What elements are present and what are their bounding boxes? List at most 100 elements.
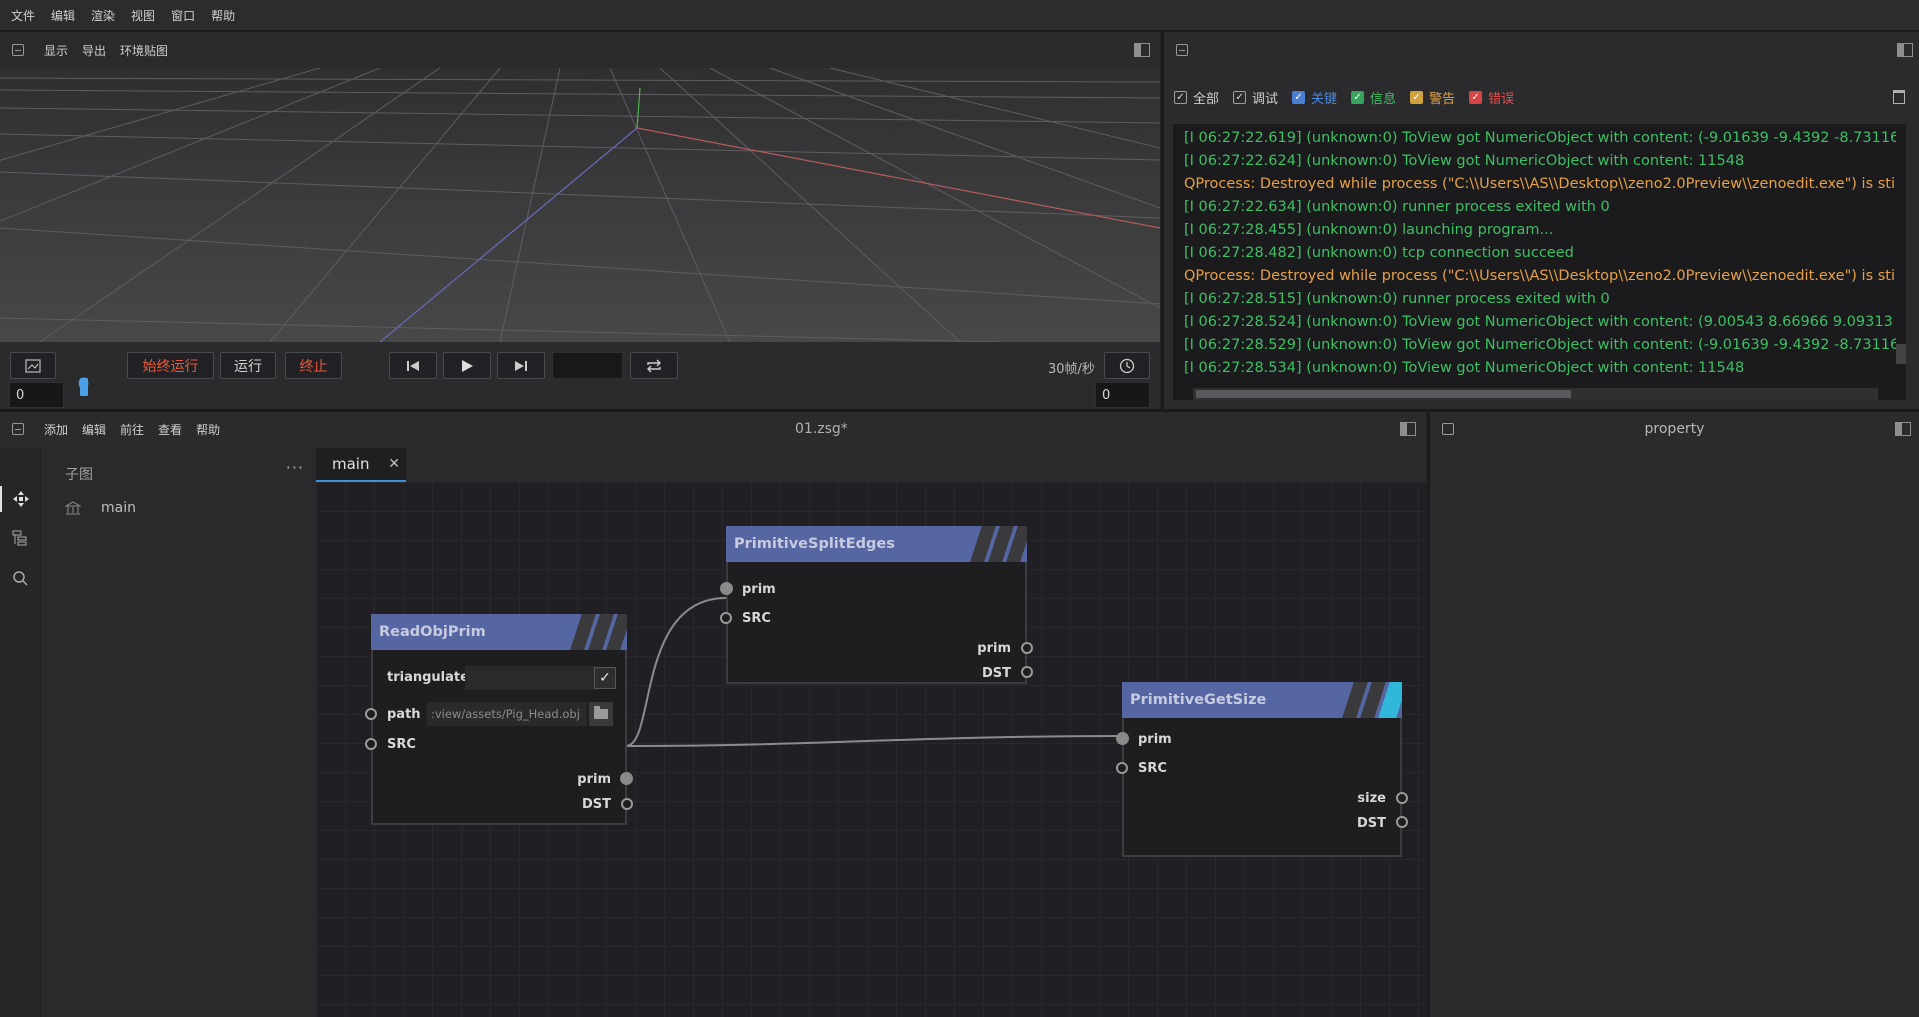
editor-menu-view[interactable]: 查看 <box>158 421 182 438</box>
node-primitivegetsize[interactable]: PrimitiveGetSize prim SRC size DST <box>1116 682 1408 857</box>
node-getsize-title: PrimitiveGetSize <box>1130 692 1267 708</box>
run-button[interactable]: 运行 <box>220 352 276 379</box>
log-hscroll-thumb[interactable] <box>1196 390 1571 398</box>
size-dst-out-label: DST <box>1356 816 1386 831</box>
checkbox-error[interactable]: ✓ <box>1469 91 1483 104</box>
link-read-to-split[interactable] <box>625 597 727 747</box>
log-output[interactable]: [I 06:27:22.619] (unknown:0) ToView got … <box>1173 124 1906 400</box>
socket-dst-out[interactable] <box>621 798 633 810</box>
search-icon[interactable] <box>12 570 28 586</box>
node-graph-icon[interactable] <box>12 490 30 508</box>
checkbox-debug[interactable]: ✓ <box>1233 91 1247 104</box>
editor-menu-add[interactable]: 添加 <box>44 421 68 438</box>
timeline-cursor[interactable] <box>80 378 88 396</box>
node-getsize-header[interactable]: PrimitiveGetSize <box>1122 682 1402 718</box>
play-button[interactable] <box>443 352 491 379</box>
log-line: [I 06:27:28.529] (unknown:0) ToView got … <box>1184 337 1900 353</box>
log-dock-icon[interactable] <box>1897 43 1913 57</box>
split-prim-out-label: prim <box>977 641 1011 656</box>
node-readobjprim[interactable]: ReadObjPrim triangulate ✓ path :view/ass… <box>365 614 633 825</box>
viewport-panel: 显示 导出 环境贴图 始终运行 运行 终止 30帧/秒 0 0 <box>0 32 1160 409</box>
socket-size-src-in[interactable] <box>1116 762 1128 774</box>
node-primitivesplitedges[interactable]: PrimitiveSplitEdges prim SRC prim DST <box>720 526 1033 684</box>
loop-button[interactable] <box>630 352 678 379</box>
viewport-grid <box>0 68 1160 342</box>
socket-size-prim-in[interactable] <box>1116 732 1129 745</box>
tab-main[interactable]: main ✕ <box>316 448 406 482</box>
clock-icon <box>1119 358 1135 373</box>
tree-view-icon[interactable] <box>12 530 28 546</box>
socket-src-in[interactable] <box>365 738 377 750</box>
editor-dock-icon[interactable] <box>1400 422 1416 436</box>
screenshot-button[interactable] <box>10 352 56 379</box>
node-editor-panel: 添加 编辑 前往 查看 帮助 01.zsg* 子图 ··· main main … <box>0 412 1426 1017</box>
filter-all[interactable]: ✓ 全部 <box>1174 88 1219 107</box>
viewport-menu-envmap[interactable]: 环境贴图 <box>120 42 168 59</box>
menu-window[interactable]: 窗口 <box>171 7 195 24</box>
log-line: [I 06:27:28.524] (unknown:0) ToView got … <box>1184 314 1893 330</box>
socket-split-dst-out[interactable] <box>1021 666 1033 678</box>
filter-info[interactable]: ✓ 信息 <box>1351 88 1396 107</box>
socket-path-in[interactable] <box>365 708 377 720</box>
timeline[interactable]: 0 0 0 <box>0 374 1160 409</box>
filter-warning[interactable]: ✓ 警告 <box>1410 88 1455 107</box>
menu-file[interactable]: 文件 <box>11 7 35 24</box>
socket-size-dst-out[interactable] <box>1396 816 1408 828</box>
end-frame-input[interactable]: 0 <box>1095 382 1150 408</box>
node-canvas[interactable]: ReadObjPrim triangulate ✓ path :view/ass… <box>316 482 1426 1017</box>
filter-debug[interactable]: ✓ 调试 <box>1233 88 1278 107</box>
panel-menu-icon[interactable] <box>12 44 24 56</box>
param-path-label: path <box>387 707 421 722</box>
node-readobjprim-header[interactable]: ReadObjPrim <box>371 614 627 650</box>
editor-menu-group: 添加 编辑 前往 查看 帮助 <box>12 421 1426 438</box>
menu-help[interactable]: 帮助 <box>211 7 235 24</box>
log-horizontal-scrollbar[interactable] <box>1193 388 1878 400</box>
viewport-menu-export[interactable]: 导出 <box>82 42 106 59</box>
socket-split-prim-in[interactable] <box>720 582 733 595</box>
path-input[interactable]: :view/assets/Pig_Head.obj <box>427 702 587 726</box>
checkbox-all[interactable]: ✓ <box>1174 91 1187 104</box>
subgraph-item-main[interactable]: main <box>65 500 136 516</box>
log-line: [I 06:27:22.624] (unknown:0) ToView got … <box>1184 153 1745 169</box>
link-read-to-size[interactable] <box>625 735 1123 747</box>
clock-button[interactable] <box>1104 352 1150 379</box>
prev-frame-button[interactable] <box>389 352 437 379</box>
filter-error[interactable]: ✓ 错误 <box>1469 88 1514 107</box>
property-dock-icon[interactable] <box>1895 422 1911 436</box>
editor-panel-menu-icon[interactable] <box>12 423 24 435</box>
menu-edit[interactable]: 编辑 <box>51 7 75 24</box>
frame-input[interactable] <box>552 352 623 379</box>
menu-render[interactable]: 渲染 <box>91 7 115 24</box>
start-frame-input[interactable]: 0 <box>9 382 64 408</box>
editor-menu-goto[interactable]: 前往 <box>120 421 144 438</box>
socket-split-prim-out[interactable] <box>1021 642 1033 654</box>
editor-menu-help[interactable]: 帮助 <box>196 421 220 438</box>
socket-size-size-out[interactable] <box>1396 792 1408 804</box>
more-options-icon[interactable]: ··· <box>286 458 304 477</box>
next-frame-button[interactable] <box>497 352 545 379</box>
dock-layout-icon[interactable] <box>1134 43 1150 57</box>
close-icon[interactable]: ✕ <box>388 456 400 472</box>
menu-view[interactable]: 视图 <box>131 7 155 24</box>
play-icon <box>462 359 473 372</box>
node-splitedges-header[interactable]: PrimitiveSplitEdges <box>726 526 1027 562</box>
triangulate-checkbox[interactable]: ✓ <box>594 667 616 689</box>
file-title: 01.zsg* <box>795 421 848 437</box>
checkbox-warning[interactable]: ✓ <box>1410 91 1424 104</box>
editor-menu-edit[interactable]: 编辑 <box>82 421 106 438</box>
checkbox-info[interactable]: ✓ <box>1351 91 1365 104</box>
viewport-3d[interactable] <box>0 68 1160 342</box>
socket-split-src-in[interactable] <box>720 612 732 624</box>
log-toolbar <box>1164 32 1919 68</box>
stop-button[interactable]: 终止 <box>285 352 342 379</box>
log-vertical-scrollbar[interactable] <box>1896 124 1906 388</box>
socket-prim-out[interactable] <box>620 772 633 785</box>
browse-folder-button[interactable] <box>589 702 613 726</box>
log-vscroll-thumb[interactable] <box>1896 344 1906 364</box>
viewport-menu-display[interactable]: 显示 <box>44 42 68 59</box>
trash-icon[interactable] <box>1893 90 1905 104</box>
filter-critical[interactable]: ✓ 关键 <box>1292 88 1337 107</box>
checkbox-critical[interactable]: ✓ <box>1292 91 1306 104</box>
run-always-button[interactable]: 始终运行 <box>127 352 214 379</box>
log-panel-menu-icon[interactable] <box>1176 44 1188 56</box>
